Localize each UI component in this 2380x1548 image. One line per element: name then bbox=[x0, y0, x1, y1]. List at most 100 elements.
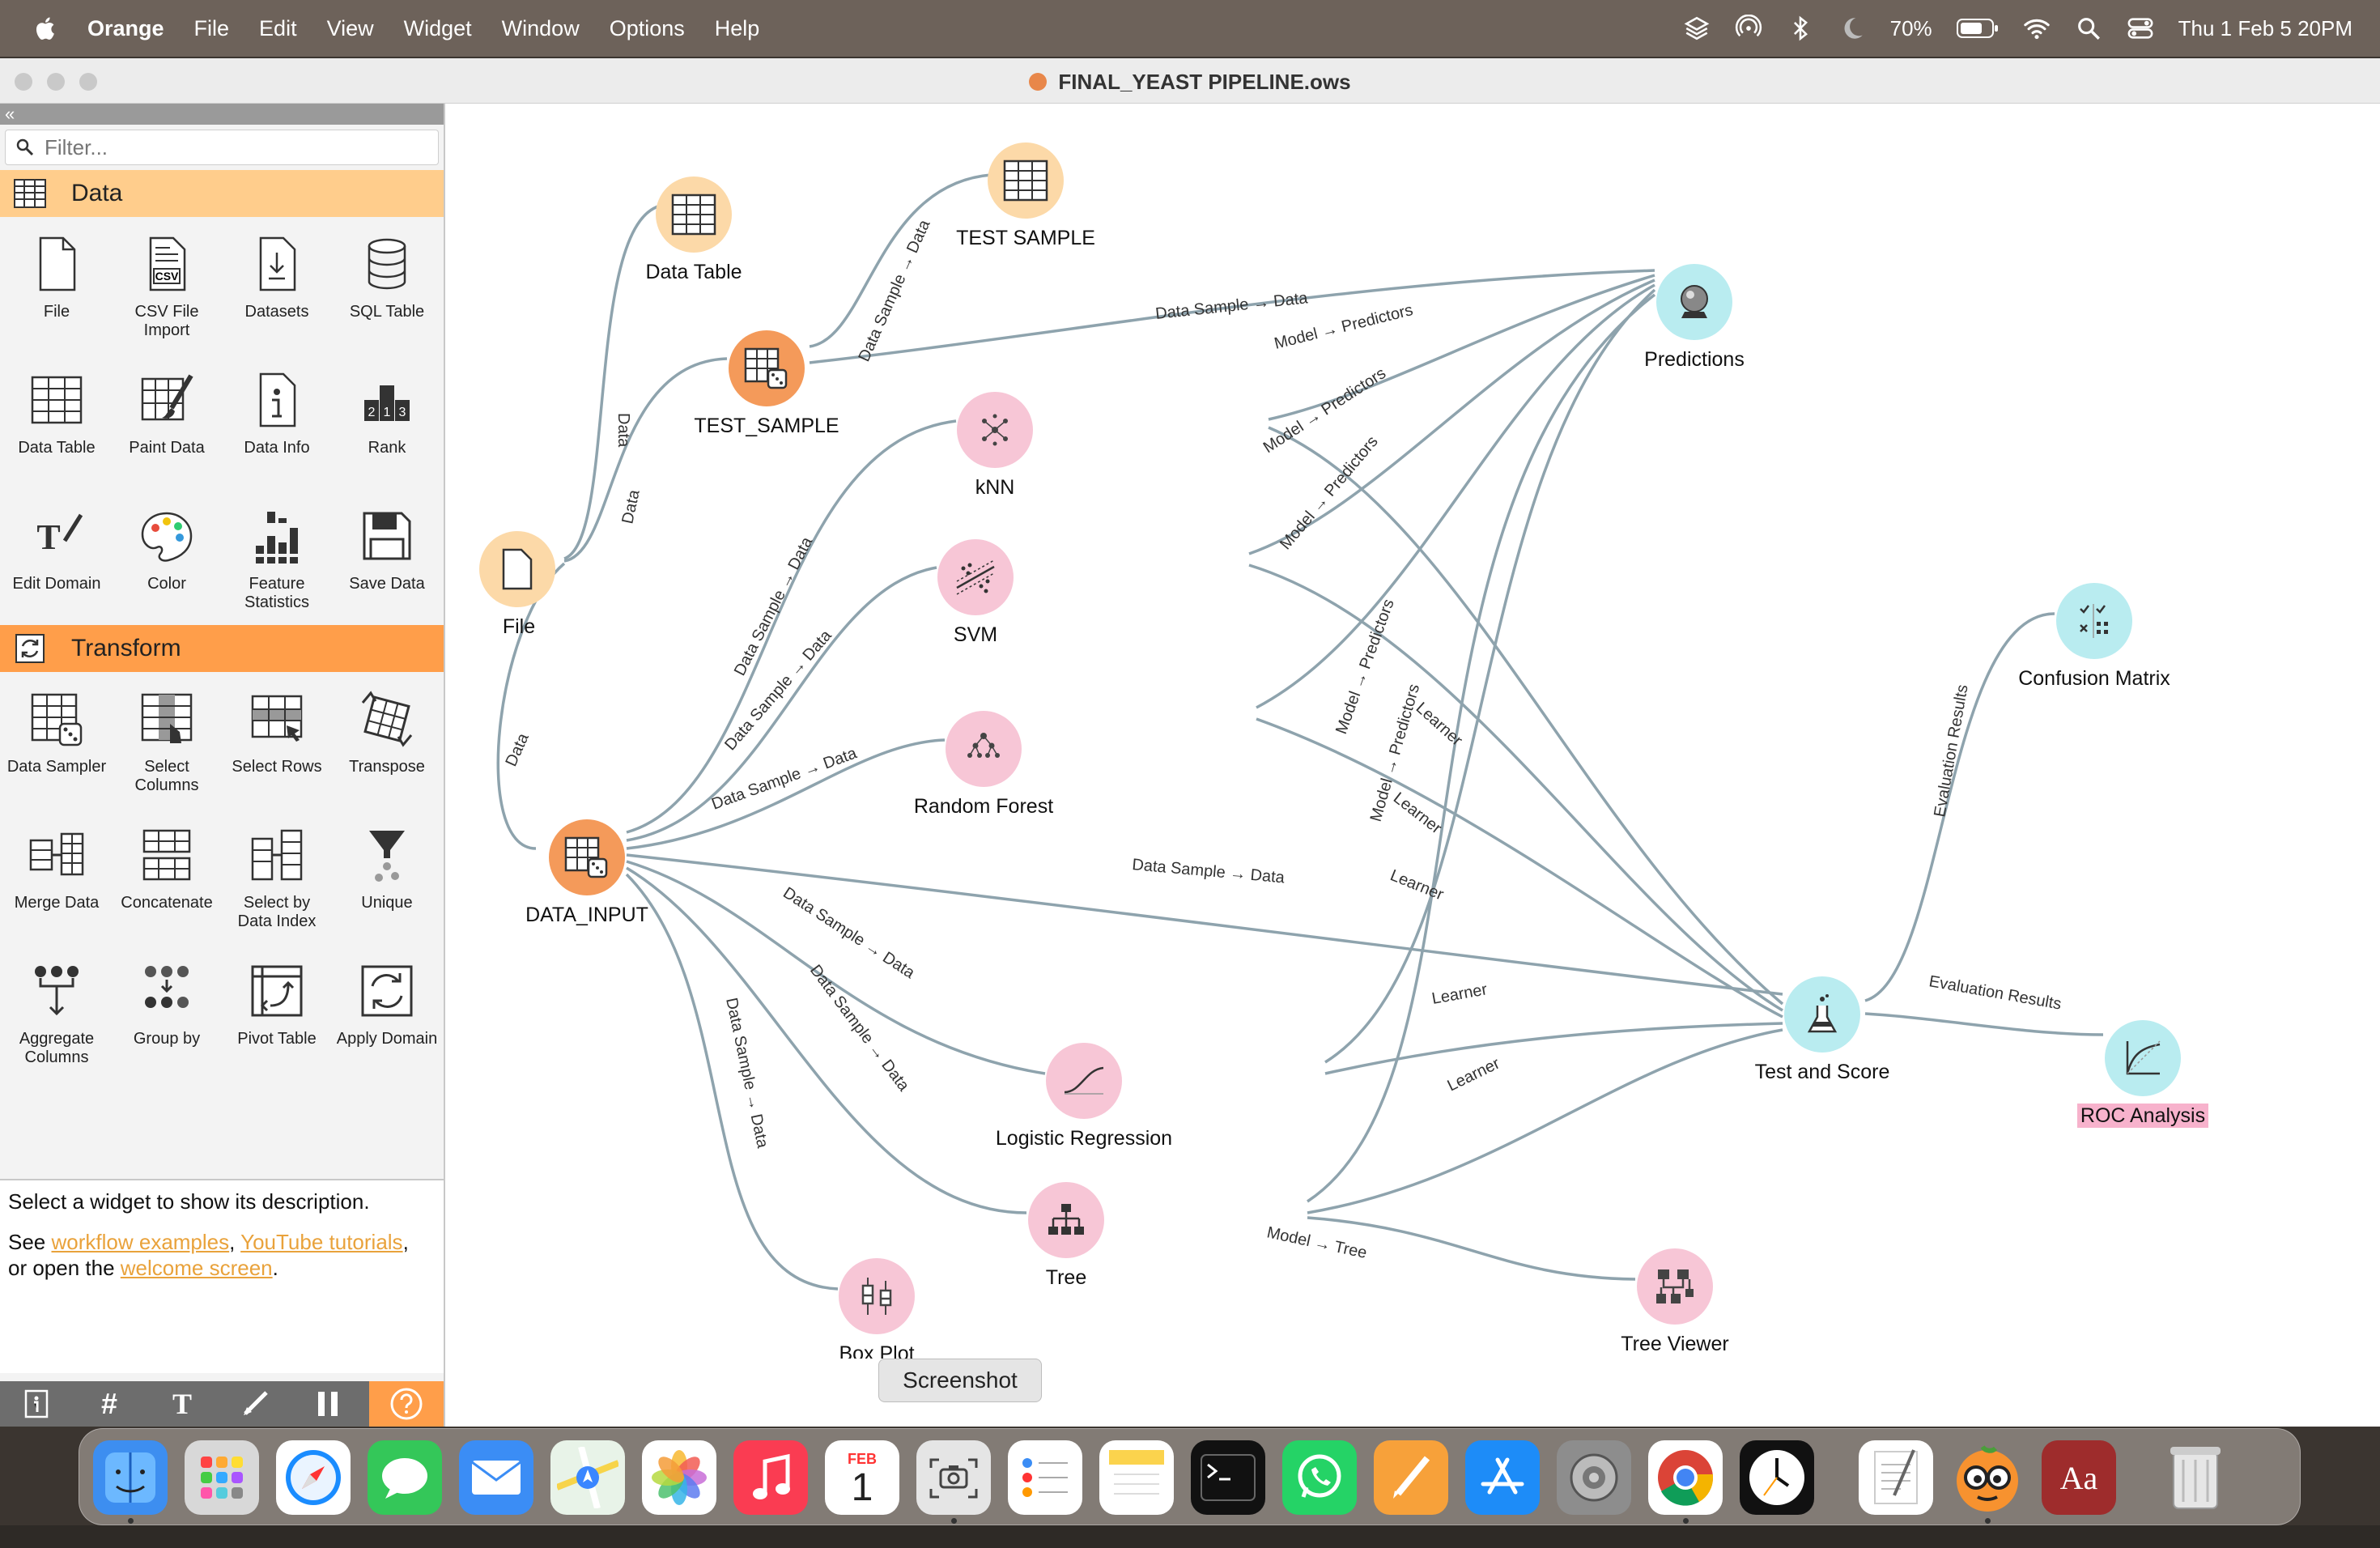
grid-hash-icon[interactable]: # bbox=[73, 1381, 146, 1427]
widget-select-rows[interactable]: Select Rows bbox=[222, 672, 332, 808]
widget-datasets[interactable]: Datasets bbox=[222, 217, 332, 353]
photos-icon[interactable] bbox=[642, 1440, 716, 1515]
arrow-annotation-icon[interactable] bbox=[219, 1381, 291, 1427]
menubar-clock[interactable]: Thu 1 Feb 5 20PM bbox=[2178, 16, 2352, 41]
chrome-icon[interactable] bbox=[1648, 1440, 1723, 1515]
menu-help[interactable]: Help bbox=[715, 16, 760, 41]
workflow-examples-link[interactable]: workflow examples bbox=[52, 1230, 230, 1254]
widget-merge-data[interactable]: Merge Data bbox=[2, 808, 112, 944]
node-tree[interactable]: Tree bbox=[1014, 1167, 1104, 1289]
widget-csv-file-import[interactable]: CSV CSV File Import bbox=[112, 217, 222, 353]
node-test-sample[interactable]: TEST_SAMPLE bbox=[694, 316, 839, 437]
widget-edit-domain[interactable]: T Edit Domain bbox=[2, 489, 112, 625]
battery-icon[interactable] bbox=[1956, 17, 1999, 40]
filter-field[interactable] bbox=[5, 130, 439, 165]
youtube-tutorials-link[interactable]: YouTube tutorials bbox=[240, 1230, 402, 1254]
welcome-screen-link[interactable]: welcome screen bbox=[121, 1256, 273, 1280]
node-test-sample-top[interactable]: TEST SAMPLE bbox=[956, 128, 1095, 249]
menu-options[interactable]: Options bbox=[610, 16, 685, 41]
widget-data-info[interactable]: Data Info bbox=[222, 353, 332, 489]
node-random-forest[interactable]: Random Forest bbox=[914, 696, 1053, 818]
widget-paint-data[interactable]: Paint Data bbox=[112, 353, 222, 489]
music-icon[interactable] bbox=[733, 1440, 808, 1515]
menu-edit[interactable]: Edit bbox=[259, 16, 297, 41]
widget-select-by-data-index[interactable]: Select by Data Index bbox=[222, 808, 332, 944]
focus-moon-icon[interactable] bbox=[1838, 15, 1866, 42]
node-knn[interactable]: kNN bbox=[942, 377, 1033, 499]
widget-unique[interactable]: Unique bbox=[332, 808, 442, 944]
node-data-table[interactable]: Data Table bbox=[641, 162, 742, 283]
screenshot-icon[interactable] bbox=[916, 1440, 991, 1515]
safari-icon[interactable] bbox=[276, 1440, 351, 1515]
workflow-canvas[interactable]: Data Data Data Data Sample → Data Data S… bbox=[447, 104, 2380, 1427]
widget-apply-domain[interactable]: Apply Domain bbox=[332, 944, 442, 1080]
widget-data-table[interactable]: Data Table bbox=[2, 353, 112, 489]
widget-select-columns[interactable]: Select Columns bbox=[112, 672, 222, 808]
bluetooth-icon[interactable] bbox=[1787, 15, 1814, 42]
link-label-ds-testscore: Data Sample → Data bbox=[1132, 856, 1286, 887]
category-transform[interactable]: Transform bbox=[0, 625, 444, 672]
node-confusion-matrix[interactable]: Confusion Matrix bbox=[2018, 568, 2170, 690]
node-roc-analysis[interactable]: ROC Analysis bbox=[2076, 1006, 2209, 1128]
system-settings-icon[interactable] bbox=[1557, 1440, 1631, 1515]
node-predictions[interactable]: Predictions bbox=[1642, 249, 1745, 371]
node-test-and-score[interactable]: Test and Score bbox=[1755, 962, 1889, 1083]
widget-pivot-table[interactable]: Pivot Table bbox=[222, 944, 332, 1080]
node-data-input[interactable]: DATA_INPUT bbox=[525, 805, 648, 926]
dictionary-icon[interactable]: Aa bbox=[2042, 1440, 2116, 1515]
filter-input[interactable] bbox=[45, 134, 417, 160]
info-icon[interactable] bbox=[0, 1381, 73, 1427]
menu-window[interactable]: Window bbox=[502, 16, 580, 41]
menu-widget[interactable]: Widget bbox=[404, 16, 472, 41]
orange-app-icon[interactable] bbox=[1950, 1440, 2025, 1515]
menu-app-name[interactable]: Orange bbox=[87, 16, 164, 41]
messages-icon[interactable] bbox=[368, 1440, 442, 1515]
trash-icon[interactable] bbox=[2158, 1440, 2233, 1515]
whatsapp-icon[interactable] bbox=[1282, 1440, 1357, 1515]
pages-icon[interactable] bbox=[1374, 1440, 1448, 1515]
widget-transpose[interactable]: Transpose bbox=[332, 672, 442, 808]
launchpad-icon[interactable] bbox=[185, 1440, 259, 1515]
widget-concatenate[interactable]: Concatenate bbox=[112, 808, 222, 944]
node-logistic-regression[interactable]: Logistic Regression bbox=[996, 1028, 1172, 1150]
menu-bar: Orange File Edit View Widget Window Opti… bbox=[0, 0, 2380, 57]
widget-aggregate-columns[interactable]: Aggregate Columns bbox=[2, 944, 112, 1080]
widget-file[interactable]: File bbox=[2, 217, 112, 353]
spotlight-search-icon[interactable] bbox=[2075, 15, 2102, 42]
node-box-plot[interactable]: Box Plot bbox=[824, 1244, 915, 1359]
maps-icon[interactable] bbox=[550, 1440, 625, 1515]
widget-rank[interactable]: 2 1 3 Rank bbox=[332, 353, 442, 489]
textedit-icon[interactable] bbox=[1859, 1440, 1933, 1515]
mail-icon[interactable] bbox=[459, 1440, 533, 1515]
finder-icon[interactable] bbox=[93, 1440, 168, 1515]
widget-save-data[interactable]: Save Data bbox=[332, 489, 442, 625]
node-svm[interactable]: SVM bbox=[923, 525, 1014, 646]
link-label-mp-knn: Model → Predictors bbox=[1273, 301, 1415, 353]
widget-color[interactable]: Color bbox=[112, 489, 222, 625]
apple-icon[interactable] bbox=[32, 15, 60, 42]
node-tree-viewer[interactable]: Tree Viewer bbox=[1621, 1234, 1729, 1355]
calendar-icon[interactable]: FEB 1 bbox=[825, 1440, 899, 1515]
notes-icon[interactable] bbox=[1099, 1440, 1174, 1515]
menu-file[interactable]: File bbox=[194, 16, 230, 41]
pause-icon[interactable] bbox=[291, 1381, 364, 1427]
reminders-icon[interactable] bbox=[1008, 1440, 1082, 1515]
menu-view[interactable]: View bbox=[327, 16, 374, 41]
help-icon[interactable] bbox=[369, 1381, 444, 1427]
clock-icon[interactable] bbox=[1740, 1440, 1814, 1515]
airdrop-icon[interactable] bbox=[1735, 15, 1762, 42]
node-file[interactable]: File bbox=[471, 517, 560, 638]
widget-feature-statistics[interactable]: Feature Statistics bbox=[222, 489, 332, 625]
category-data[interactable]: Data bbox=[0, 170, 444, 217]
widget-sql-table[interactable]: SQL Table bbox=[332, 217, 442, 353]
terminal-icon[interactable] bbox=[1191, 1440, 1265, 1515]
widget-data-sampler[interactable]: Data Sampler bbox=[2, 672, 112, 808]
widget-group-by[interactable]: Group by bbox=[112, 944, 222, 1080]
layers-icon[interactable] bbox=[1683, 15, 1711, 42]
collapse-toolbox-button[interactable]: « bbox=[0, 104, 444, 125]
link-lr-predictions bbox=[1324, 288, 1656, 1064]
wifi-icon[interactable] bbox=[2023, 15, 2051, 42]
text-annotation-icon[interactable]: T bbox=[146, 1381, 219, 1427]
app-store-icon[interactable] bbox=[1465, 1440, 1540, 1515]
control-center-icon[interactable] bbox=[2127, 15, 2154, 42]
